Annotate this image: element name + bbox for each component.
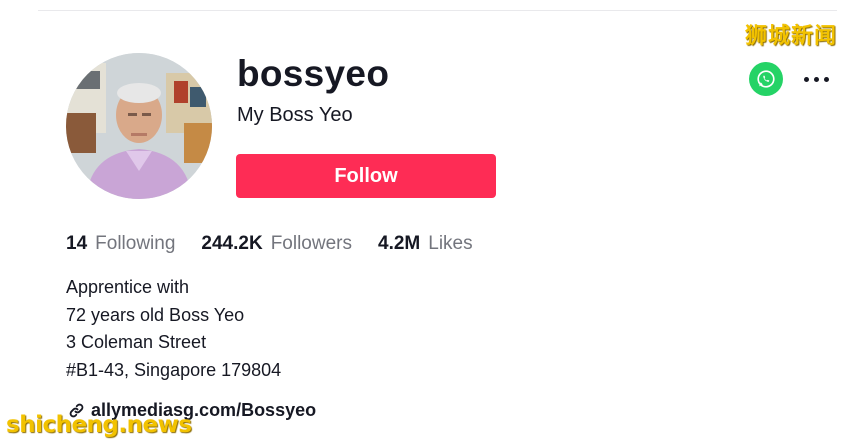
bio-line: 3 Coleman Street [66, 332, 207, 352]
stat-followers[interactable]: 244.2K Followers [201, 233, 352, 255]
follow-button[interactable]: Follow [236, 154, 496, 198]
bio-line: 72 years old Boss Yeo [66, 304, 245, 325]
username: bossyeo [237, 53, 390, 94]
dot [803, 76, 809, 82]
bio-line: Apprentice with [66, 277, 190, 297]
watermark-bottom-left: shicheng.news [6, 412, 192, 438]
stat-label: Likes [428, 233, 473, 254]
watermark-top-right: 狮城新闻 [744, 24, 837, 49]
bio-line: #B1-43, Singapore 179804 [66, 359, 282, 380]
stat-value: 14 [66, 233, 88, 254]
stat-value: 244.2K [201, 233, 263, 254]
profile-bio: Apprentice with 72 years old Boss Yeo 3 … [66, 274, 281, 384]
stat-label: Followers [270, 233, 352, 254]
top-divider [38, 10, 837, 11]
more-options-icon[interactable] [800, 64, 832, 94]
stat-value: 4.2M [378, 233, 421, 254]
avatar-photo [66, 53, 212, 199]
stat-label: Following [95, 233, 176, 254]
profile-stats: 14 Following 244.2K Followers 4.2M Likes [66, 233, 499, 255]
dot [813, 76, 819, 82]
nickname: My Boss Yeo [237, 104, 353, 126]
stat-likes: 4.2M Likes [378, 233, 473, 255]
whatsapp-icon[interactable] [749, 62, 783, 96]
dot [823, 76, 829, 82]
avatar[interactable] [66, 53, 212, 199]
stat-following[interactable]: 14 Following [66, 233, 175, 255]
